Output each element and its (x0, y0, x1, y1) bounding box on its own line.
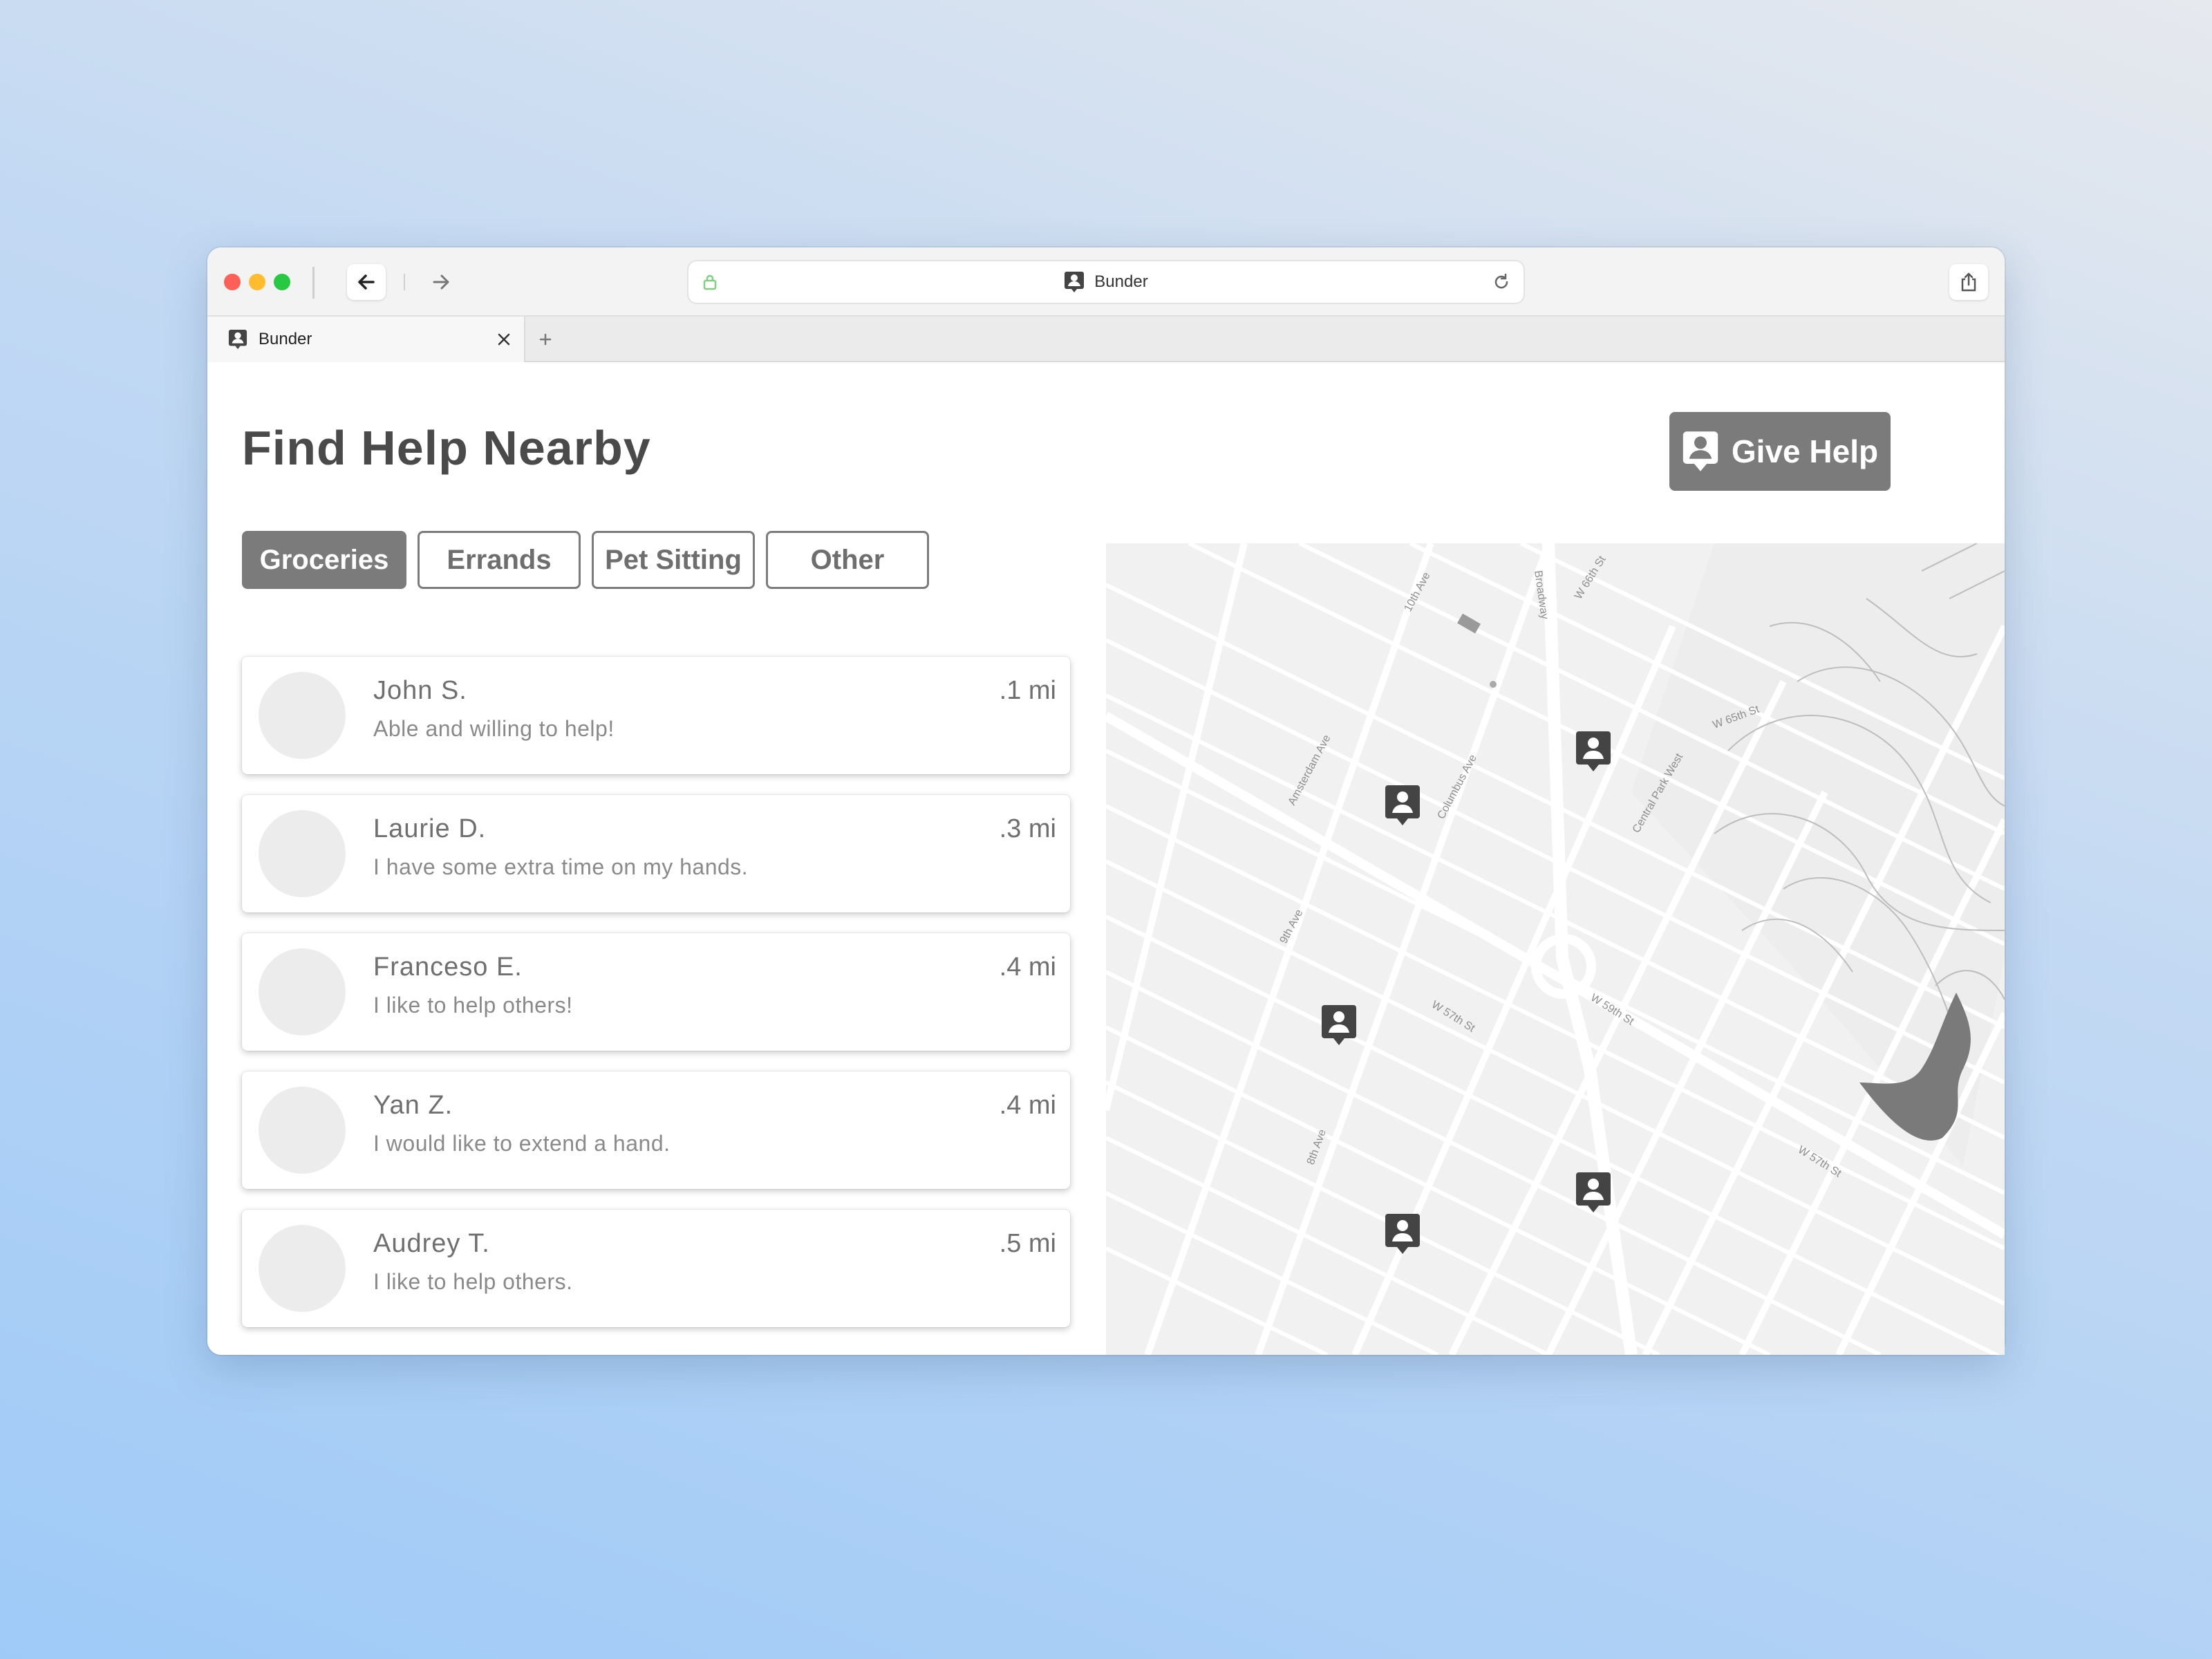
helper-card[interactable]: Laurie D. I have some extra time on my h… (242, 795, 1070, 912)
avatar (259, 672, 346, 759)
content-overlay: John S. Able and willing to help! .1 mi … (207, 362, 2005, 1355)
helper-message: I have some extra time on my hands. (373, 854, 749, 879)
helper-name: Laurie D. (373, 814, 487, 843)
arrow-left-icon (358, 274, 375, 290)
forward-button[interactable] (422, 264, 460, 300)
helper-distance: .5 mi (999, 1229, 1056, 1258)
helper-distance: .4 mi (999, 1091, 1056, 1120)
helper-message: I would like to extend a hand. (373, 1131, 671, 1156)
plus-icon (539, 333, 552, 346)
site-favicon-icon (1065, 272, 1085, 292)
avatar (259, 1225, 346, 1312)
avatar (259, 1087, 346, 1174)
map-canvas: W 65th St W 66th St W 59th St W 57th St … (1106, 543, 2005, 1355)
address-text: Bunder (1094, 272, 1148, 291)
helper-distance: .1 mi (999, 676, 1056, 705)
helper-card[interactable]: Franceso E. I like to help others! .4 mi (242, 933, 1070, 1051)
helper-name: Yan Z. (373, 1091, 453, 1120)
new-tab-button[interactable] (535, 329, 556, 350)
back-button[interactable] (347, 264, 386, 300)
avatar (259, 948, 346, 1035)
browser-toolbar: Bunder (207, 247, 2005, 317)
site-favicon-icon (228, 330, 247, 349)
map-view[interactable]: W 65th St W 66th St W 59th St W 57th St … (1106, 543, 2005, 1355)
helper-card[interactable]: Audrey T. I like to help others. .5 mi (242, 1210, 1070, 1327)
arrow-right-icon (433, 274, 449, 290)
helper-message: I like to help others! (373, 993, 573, 1018)
share-icon (1961, 272, 1976, 292)
helper-name: Audrey T. (373, 1229, 490, 1258)
helper-card[interactable]: John S. Able and willing to help! .1 mi (242, 657, 1070, 774)
nav-divider (404, 274, 405, 290)
minimize-window-button[interactable] (249, 274, 265, 290)
helper-distance: .4 mi (999, 953, 1056, 982)
helper-distance: .3 mi (999, 814, 1056, 843)
close-window-button[interactable] (224, 274, 241, 290)
toolbar-divider (312, 267, 315, 299)
helper-name: Franceso E. (373, 953, 523, 982)
tab-bunder[interactable]: Bunder (207, 317, 525, 362)
maximize-window-button[interactable] (274, 274, 290, 290)
tab-bar: Bunder (207, 317, 2005, 362)
avatar (259, 810, 346, 897)
helper-name: John S. (373, 676, 467, 705)
share-button[interactable] (1949, 264, 1988, 300)
address-bar[interactable]: Bunder (688, 261, 1524, 303)
reload-icon[interactable] (1492, 272, 1511, 292)
close-icon (498, 333, 510, 346)
helper-card[interactable]: Yan Z. I would like to extend a hand. .4… (242, 1071, 1070, 1189)
tab-close-button[interactable] (494, 329, 514, 350)
helper-message: Able and willing to help! (373, 716, 615, 741)
tab-title: Bunder (259, 330, 312, 348)
helper-message: I like to help others. (373, 1269, 573, 1294)
